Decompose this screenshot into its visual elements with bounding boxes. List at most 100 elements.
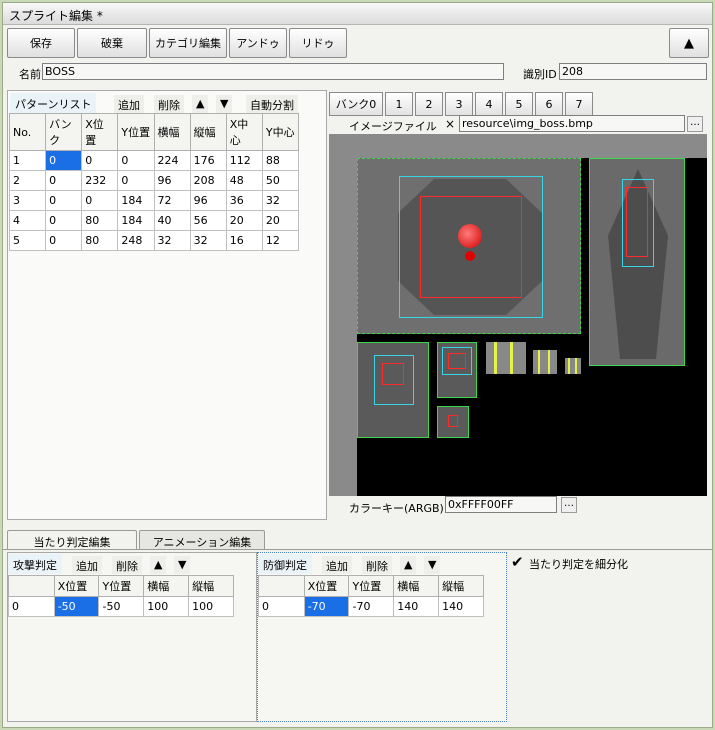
table-cell[interactable]: 208 xyxy=(189,170,227,191)
table-cell[interactable]: 0 xyxy=(258,596,305,617)
table-cell[interactable]: 224 xyxy=(153,150,191,171)
tab-pattern-list[interactable]: パターンリスト xyxy=(10,93,97,113)
colorkey-browse-button[interactable]: … xyxy=(561,497,577,513)
tab-defense[interactable]: 防御判定 xyxy=(258,554,312,574)
table-cell[interactable]: 140 xyxy=(393,596,440,617)
table-cell[interactable]: 32 xyxy=(189,230,227,251)
table-cell[interactable]: 16 xyxy=(225,230,263,251)
pattern-1-sprite[interactable] xyxy=(357,158,581,334)
defense-move-down-icon[interactable]: ▼ xyxy=(424,556,441,574)
table-cell[interactable]: 248 xyxy=(117,230,155,251)
tab-bank-7[interactable]: 7 xyxy=(565,92,593,116)
tab-bank-5[interactable]: 5 xyxy=(505,92,533,116)
save-button[interactable]: 保存 xyxy=(7,28,75,58)
table-cell[interactable]: 40 xyxy=(153,210,191,231)
pattern-5-sprite[interactable] xyxy=(437,406,469,438)
table-cell[interactable]: 32 xyxy=(153,230,191,251)
table-cell[interactable]: 20 xyxy=(261,210,300,231)
table-cell[interactable]: 96 xyxy=(153,170,191,191)
table-cell[interactable]: 0 xyxy=(45,150,83,171)
table-cell[interactable]: 0 xyxy=(117,170,155,191)
table-cell[interactable]: -50 xyxy=(98,596,145,617)
table-cell[interactable]: 0 xyxy=(81,190,119,211)
table-cell[interactable]: 48 xyxy=(225,170,263,191)
table-cell[interactable]: 100 xyxy=(143,596,190,617)
table-cell[interactable]: -70 xyxy=(348,596,395,617)
redo-button[interactable]: リドゥ xyxy=(289,28,347,58)
table-cell[interactable]: 1 xyxy=(8,150,47,171)
table-row[interactable]: 5 0 80 248 32 32 16 12 xyxy=(8,230,300,251)
table-cell[interactable]: 0 xyxy=(45,230,83,251)
table-cell[interactable]: 0 xyxy=(45,210,83,231)
table-cell[interactable]: 184 xyxy=(117,190,155,211)
tab-bank-6[interactable]: 6 xyxy=(535,92,563,116)
pattern-4-sprite[interactable] xyxy=(437,342,477,398)
table-cell[interactable]: -70 xyxy=(303,596,350,617)
defense-add-button[interactable]: 追加 xyxy=(322,556,352,574)
pattern-add-button[interactable]: 追加 xyxy=(114,95,144,113)
tab-attack[interactable]: 攻撃判定 xyxy=(8,554,62,574)
table-row[interactable]: 2 0 232 0 96 208 48 50 xyxy=(8,170,300,191)
table-cell[interactable]: 0 xyxy=(117,150,155,171)
name-field[interactable]: BOSS xyxy=(42,63,504,80)
table-cell[interactable]: 3 xyxy=(8,190,47,211)
clear-icon[interactable]: × xyxy=(445,117,455,131)
table-row[interactable]: 4 0 80 184 40 56 20 20 xyxy=(8,210,300,231)
table-cell[interactable]: 96 xyxy=(189,190,227,211)
attack-move-up-icon[interactable]: ▲ xyxy=(150,556,167,574)
tab-bank-2[interactable]: 2 xyxy=(415,92,443,116)
auto-split-button[interactable]: 自動分割 xyxy=(246,95,298,113)
table-row[interactable]: 3 0 0 184 72 96 36 32 xyxy=(8,190,300,211)
tab-bank-1[interactable]: 1 xyxy=(385,92,413,116)
move-down-icon[interactable]: ▼ xyxy=(216,95,233,113)
move-up-icon[interactable]: ▲ xyxy=(192,95,209,113)
colorkey-field[interactable]: 0xFFFF00FF xyxy=(445,496,557,513)
browse-image-button[interactable]: … xyxy=(687,116,703,132)
table-cell[interactable]: 12 xyxy=(261,230,300,251)
table-cell[interactable]: 2 xyxy=(8,170,47,191)
table-cell[interactable]: 0 xyxy=(8,596,55,617)
table-cell[interactable]: 80 xyxy=(81,230,119,251)
sprite-image-viewer[interactable] xyxy=(329,134,707,496)
tab-bank-4[interactable]: 4 xyxy=(475,92,503,116)
table-cell[interactable]: -50 xyxy=(53,596,100,617)
table-cell[interactable]: 100 xyxy=(188,596,234,617)
pattern-delete-button[interactable]: 削除 xyxy=(154,95,184,113)
table-cell[interactable]: 176 xyxy=(189,150,227,171)
table-cell[interactable]: 56 xyxy=(189,210,227,231)
category-edit-button[interactable]: カテゴリ編集 xyxy=(149,28,227,58)
attack-add-button[interactable]: 追加 xyxy=(72,556,102,574)
table-row[interactable]: 0 -70 -70 140 140 xyxy=(258,596,484,617)
table-row[interactable]: 1 0 0 0 224 176 112 88 xyxy=(8,150,300,171)
table-cell[interactable]: 80 xyxy=(81,210,119,231)
table-cell[interactable]: 32 xyxy=(261,190,300,211)
subdivide-checkbox-icon[interactable]: ✔ xyxy=(511,554,527,570)
pattern-2-sprite[interactable] xyxy=(589,158,685,366)
table-cell[interactable]: 112 xyxy=(225,150,263,171)
tab-hit-edit[interactable]: 当たり判定編集 xyxy=(7,530,137,550)
tab-bank-0[interactable]: バンク0 xyxy=(329,92,383,116)
table-cell[interactable]: 0 xyxy=(45,170,83,191)
table-cell[interactable]: 50 xyxy=(261,170,300,191)
tab-animation-edit[interactable]: アニメーション編集 xyxy=(139,530,265,550)
table-cell[interactable]: 20 xyxy=(225,210,263,231)
table-cell[interactable]: 72 xyxy=(153,190,191,211)
discard-button[interactable]: 破棄 xyxy=(77,28,147,58)
collapse-up-icon[interactable]: ▲ xyxy=(669,28,709,58)
attack-move-down-icon[interactable]: ▼ xyxy=(174,556,191,574)
id-field[interactable]: 208 xyxy=(559,63,707,80)
table-cell[interactable]: 4 xyxy=(8,210,47,231)
table-cell[interactable]: 0 xyxy=(81,150,119,171)
table-cell[interactable]: 36 xyxy=(225,190,263,211)
pattern-3-sprite[interactable] xyxy=(357,342,429,438)
tab-bank-3[interactable]: 3 xyxy=(445,92,473,116)
undo-button[interactable]: アンドゥ xyxy=(229,28,287,58)
table-row[interactable]: 0 -50 -50 100 100 xyxy=(8,596,234,617)
defense-delete-button[interactable]: 削除 xyxy=(362,556,392,574)
attack-delete-button[interactable]: 削除 xyxy=(112,556,142,574)
defense-move-up-icon[interactable]: ▲ xyxy=(400,556,417,574)
table-cell[interactable]: 5 xyxy=(8,230,47,251)
table-cell[interactable]: 88 xyxy=(261,150,300,171)
image-file-field[interactable]: resource\img_boss.bmp xyxy=(459,115,685,132)
table-cell[interactable]: 232 xyxy=(81,170,119,191)
